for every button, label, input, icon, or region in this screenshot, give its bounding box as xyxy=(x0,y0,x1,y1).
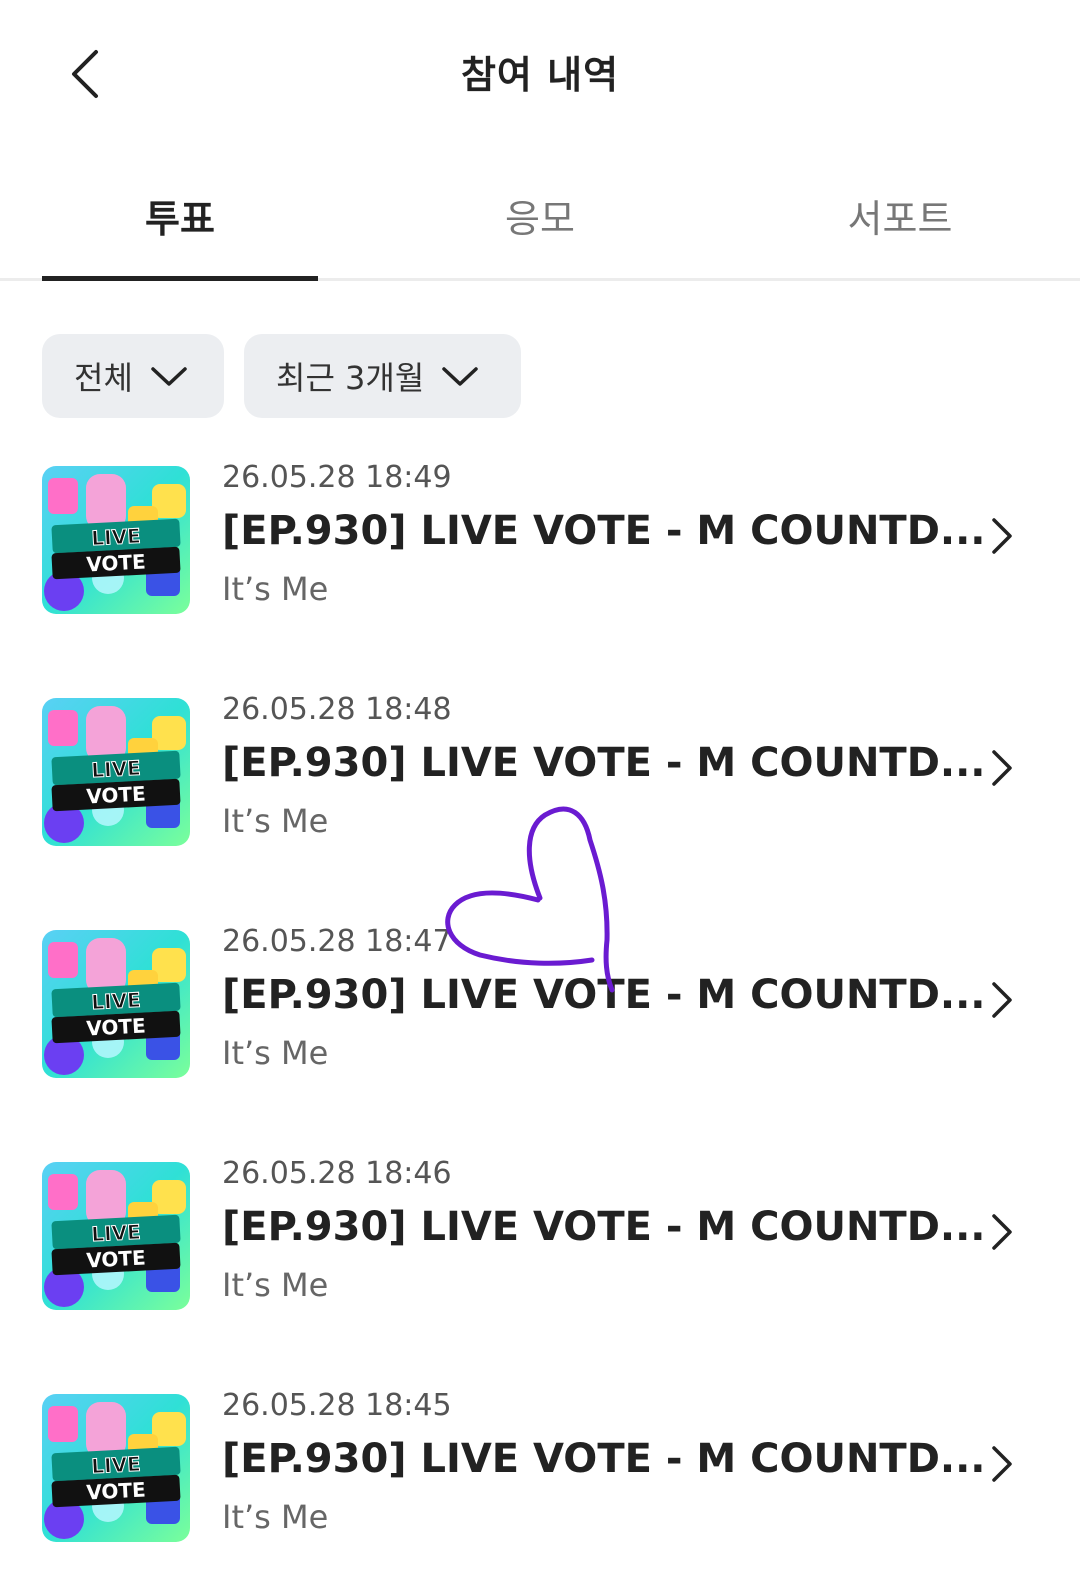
page-title: 참여 내역 xyxy=(460,53,620,97)
thumbnail-text-live: LIVE xyxy=(91,1220,142,1247)
item-subtitle: It’s Me xyxy=(222,1266,329,1304)
item-date: 26.05.28 18:45 xyxy=(222,1388,452,1423)
vote-thumbnail: LIVE VOTE xyxy=(42,930,190,1078)
chevron-down-icon xyxy=(151,367,187,386)
thumbnail-text-live: LIVE xyxy=(91,1452,142,1479)
thumbnail-text-vote: VOTE xyxy=(86,1477,147,1504)
item-title: [EP.930] LIVE VOTE - M COUNTD... xyxy=(222,1436,986,1482)
vote-thumbnail: LIVE VOTE xyxy=(42,466,190,614)
vote-thumbnail: LIVE VOTE xyxy=(42,698,190,846)
tab-vote[interactable]: 투표 xyxy=(0,188,360,243)
thumbnail-text-vote: VOTE xyxy=(86,1013,147,1040)
vote-thumbnail: LIVE VOTE xyxy=(42,1394,190,1542)
item-date: 26.05.28 18:48 xyxy=(222,692,452,727)
chevron-right-icon xyxy=(990,748,1014,788)
app-header: 참여 내역 xyxy=(0,0,1080,145)
list-item[interactable]: LIVE VOTE 26.05.28 18:48 [EP.930] LIVE V… xyxy=(0,692,1080,874)
chevron-right-icon xyxy=(990,1212,1014,1252)
list-item[interactable]: LIVE VOTE 26.05.28 18:46 [EP.930] LIVE V… xyxy=(0,1156,1080,1338)
filter-type-dropdown[interactable]: 전체 xyxy=(42,334,224,418)
thumbnail-text-vote: VOTE xyxy=(86,781,147,808)
thumbnail-text-live: LIVE xyxy=(91,524,142,551)
list-item[interactable]: LIVE VOTE 26.05.28 18:47 [EP.930] LIVE V… xyxy=(0,924,1080,1106)
list-item[interactable]: LIVE VOTE 26.05.28 18:45 [EP.930] LIVE V… xyxy=(0,1388,1080,1570)
item-title: [EP.930] LIVE VOTE - M COUNTD... xyxy=(222,508,986,554)
vote-thumbnail: LIVE VOTE xyxy=(42,1162,190,1310)
tab-support[interactable]: 서포트 xyxy=(720,188,1080,243)
item-title: [EP.930] LIVE VOTE - M COUNTD... xyxy=(222,972,986,1018)
filter-period-label: 최근 3개월 xyxy=(276,359,425,397)
tab-active-indicator xyxy=(42,276,318,281)
item-subtitle: It’s Me xyxy=(222,802,329,840)
chevron-right-icon xyxy=(990,980,1014,1020)
item-title: [EP.930] LIVE VOTE - M COUNTD... xyxy=(222,1204,986,1250)
list-item[interactable]: LIVE VOTE 26.05.28 18:49 [EP.930] LIVE V… xyxy=(0,460,1080,642)
thumbnail-text-vote: VOTE xyxy=(86,549,147,576)
item-title: [EP.930] LIVE VOTE - M COUNTD... xyxy=(222,740,986,786)
item-date: 26.05.28 18:47 xyxy=(222,924,452,959)
thumbnail-text-vote: VOTE xyxy=(86,1245,147,1272)
filter-period-dropdown[interactable]: 최근 3개월 xyxy=(244,334,521,418)
item-subtitle: It’s Me xyxy=(222,1498,329,1536)
item-date: 26.05.28 18:46 xyxy=(222,1156,452,1191)
tab-bar: 투표 응모 서포트 xyxy=(0,170,1080,281)
tab-entry[interactable]: 응모 xyxy=(360,188,720,243)
item-subtitle: It’s Me xyxy=(222,1034,329,1072)
item-date: 26.05.28 18:49 xyxy=(222,460,452,495)
chevron-down-icon xyxy=(442,367,479,386)
filter-type-label: 전체 xyxy=(74,359,133,397)
chevron-right-icon xyxy=(990,516,1014,556)
item-subtitle: It’s Me xyxy=(222,570,329,608)
thumbnail-text-live: LIVE xyxy=(91,988,142,1015)
chevron-right-icon xyxy=(990,1444,1014,1484)
thumbnail-text-live: LIVE xyxy=(91,756,142,783)
